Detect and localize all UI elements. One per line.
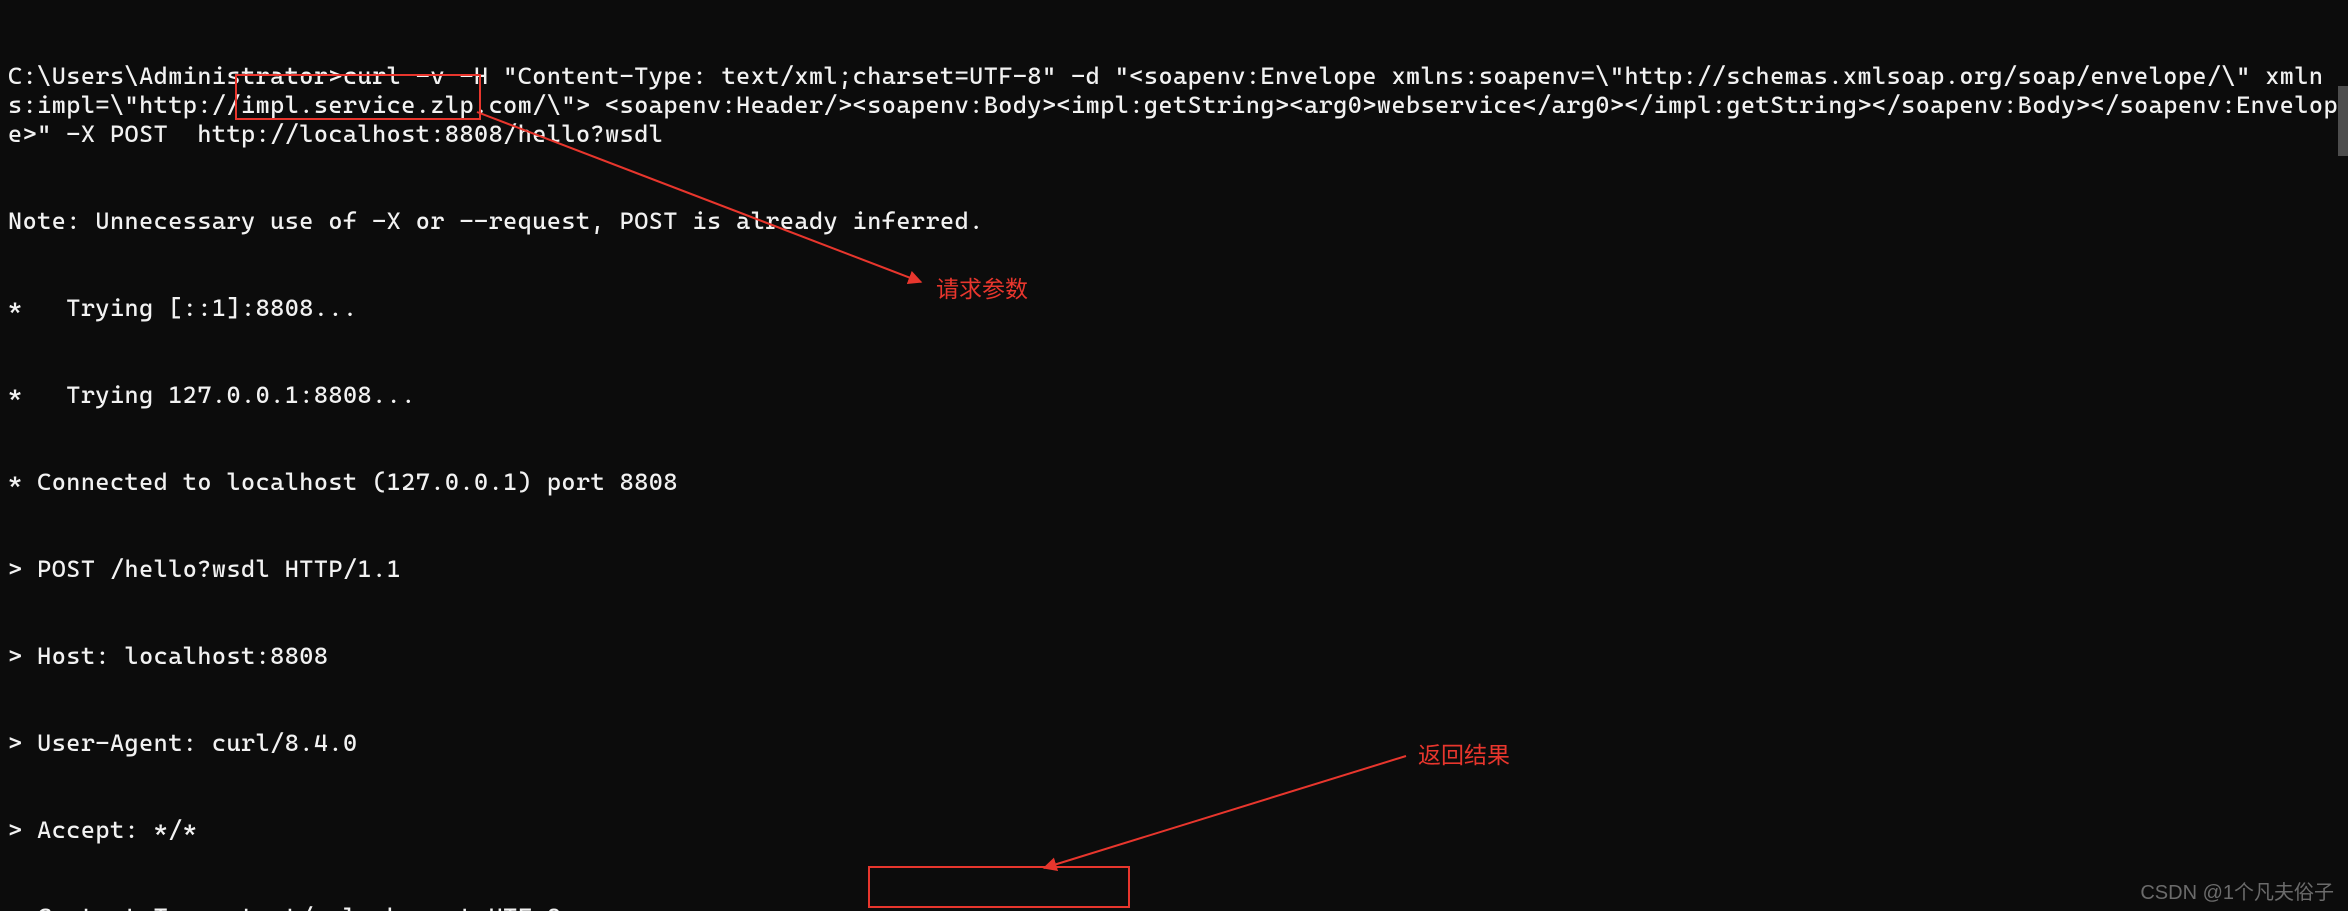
output-line: > User-Agent: curl/8.4.0 (8, 729, 2340, 758)
prompt: C:\Users\Administrator> (8, 62, 343, 90)
scrollbar-thumb[interactable] (2338, 86, 2348, 156)
output-line: > Host: localhost:8808 (8, 642, 2340, 671)
output-line: * Trying [::1]:8808... (8, 294, 2340, 323)
output-line: > Accept: */* (8, 816, 2340, 845)
output-line: * Trying 127.0.0.1:8808... (8, 381, 2340, 410)
watermark-text: CSDN @1个凡夫俗子 (2140, 876, 2334, 905)
output-line: > POST /hello?wsdl HTTP/1.1 (8, 555, 2340, 584)
terminal-window[interactable]: C:\Users\Administrator>curl -v -H "Conte… (0, 0, 2348, 911)
output-line: > Content-Type: text/xml;charset=UTF-8 (8, 903, 2340, 911)
command-text: curl -v -H "Content-Type: text/xml;chars… (8, 62, 2338, 148)
terminal-command-line: C:\Users\Administrator>curl -v -H "Conte… (8, 62, 2340, 149)
output-line: Note: Unnecessary use of -X or --request… (8, 207, 2340, 236)
output-line: * Connected to localhost (127.0.0.1) por… (8, 468, 2340, 497)
